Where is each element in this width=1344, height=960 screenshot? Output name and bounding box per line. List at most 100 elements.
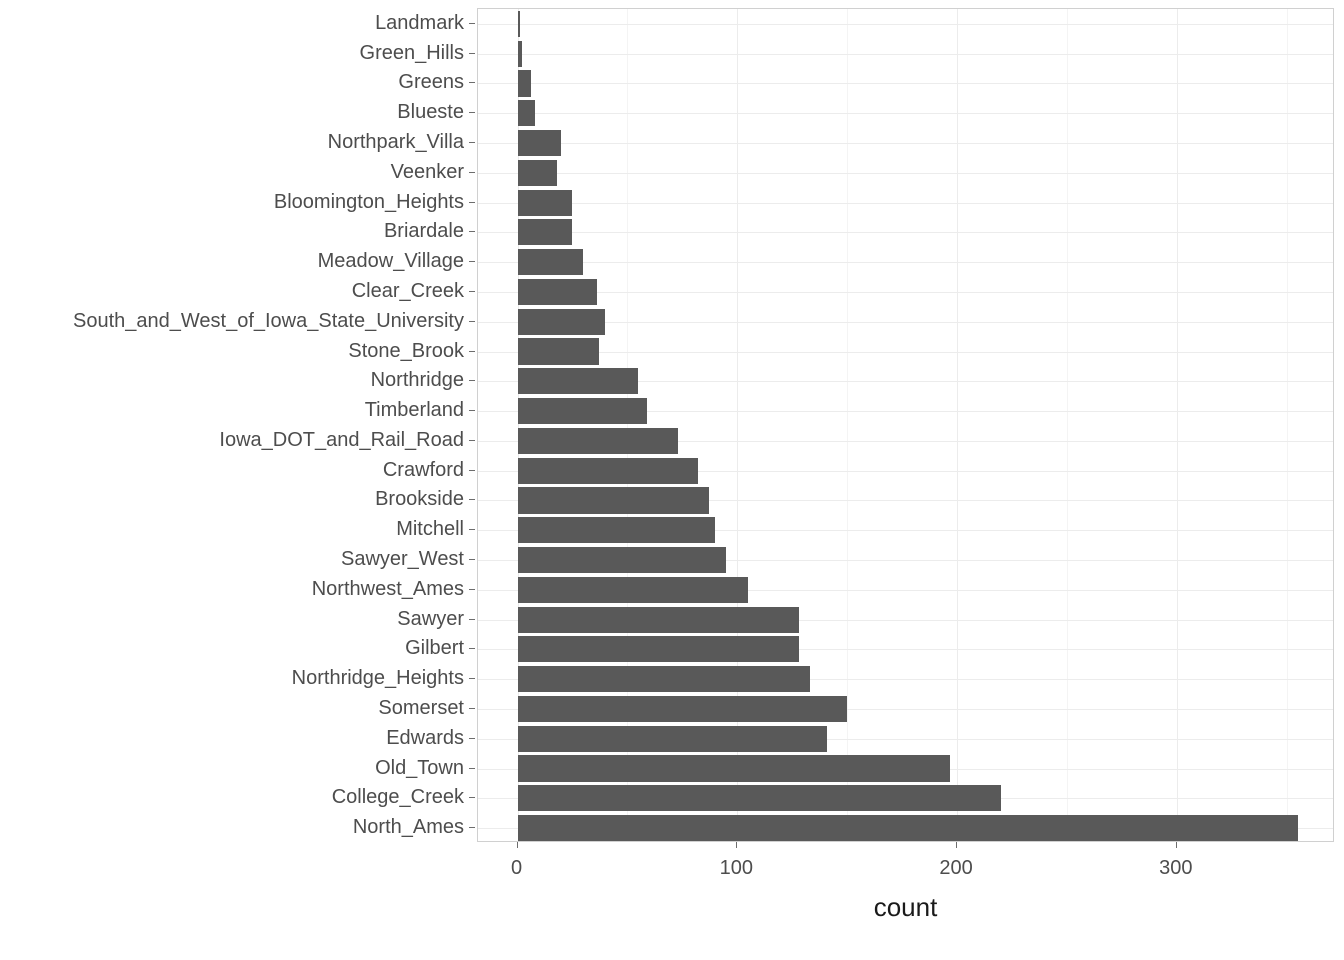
y-tick-label: Veenker (391, 162, 464, 182)
gridline-horizontal (478, 83, 1333, 84)
gridline-horizontal (478, 262, 1333, 263)
x-tick-mark (1176, 842, 1177, 848)
y-tick-mark (469, 768, 475, 769)
bar (518, 11, 520, 37)
bar (518, 309, 606, 335)
gridline-vertical (957, 9, 958, 841)
bar (518, 70, 531, 96)
bar (518, 547, 727, 573)
y-tick-label: Mitchell (396, 519, 464, 539)
chart-root: North_AmesCollege_CreekOld_TownEdwardsSo… (0, 0, 1344, 960)
bar (518, 785, 1001, 811)
bar (518, 696, 848, 722)
gridline-horizontal (478, 24, 1333, 25)
y-tick-mark (469, 142, 475, 143)
x-tick-mark (517, 842, 518, 848)
plot-panel (477, 8, 1334, 842)
y-tick-mark (469, 82, 475, 83)
y-tick-mark (469, 559, 475, 560)
y-tick-label: Blueste (397, 102, 464, 122)
gridline-horizontal (478, 322, 1333, 323)
x-tick-mark (956, 842, 957, 848)
y-tick-label: Brookside (375, 489, 464, 509)
y-tick-label: Stone_Brook (348, 341, 464, 361)
y-tick-label: Crawford (383, 460, 464, 480)
y-tick-mark (469, 321, 475, 322)
bar (518, 517, 716, 543)
bar (518, 636, 799, 662)
bar (518, 368, 639, 394)
bar (518, 338, 599, 364)
y-tick-label: Edwards (386, 728, 464, 748)
y-tick-mark (469, 648, 475, 649)
gridline-horizontal (478, 54, 1333, 55)
bar (518, 458, 698, 484)
y-tick-label: North_Ames (353, 817, 464, 837)
bar (518, 577, 749, 603)
y-tick-label: Somerset (378, 698, 464, 718)
y-tick-mark (469, 678, 475, 679)
y-tick-label: South_and_West_of_Iowa_State_University (73, 311, 464, 331)
x-tick-label: 200 (939, 858, 972, 878)
gridline-horizontal (478, 113, 1333, 114)
x-tick-label: 0 (511, 858, 522, 878)
gridline-horizontal (478, 203, 1333, 204)
bar (518, 815, 1298, 841)
y-tick-mark (469, 589, 475, 590)
y-tick-mark (469, 529, 475, 530)
gridline-vertical-minor (1287, 9, 1288, 841)
bar (518, 726, 828, 752)
gridline-horizontal (478, 173, 1333, 174)
bar (518, 398, 648, 424)
gridline-vertical-minor (847, 9, 848, 841)
y-tick-mark (469, 23, 475, 24)
bar (518, 219, 573, 245)
bar (518, 41, 522, 67)
bar (518, 100, 536, 126)
y-tick-mark (469, 261, 475, 262)
y-tick-label: Briardale (384, 221, 464, 241)
y-tick-mark (469, 231, 475, 232)
gridline-vertical (1177, 9, 1178, 841)
y-tick-label: Landmark (375, 13, 464, 33)
y-tick-mark (469, 291, 475, 292)
y-tick-label: Northpark_Villa (328, 132, 464, 152)
y-tick-mark (469, 440, 475, 441)
y-tick-mark (469, 619, 475, 620)
bar (518, 249, 584, 275)
y-tick-label: Green_Hills (360, 43, 464, 63)
bar (518, 666, 810, 692)
y-tick-mark (469, 172, 475, 173)
x-tick-mark (736, 842, 737, 848)
y-tick-mark (469, 410, 475, 411)
y-tick-label: Sawyer_West (341, 549, 464, 569)
y-tick-mark (469, 797, 475, 798)
bar (518, 487, 709, 513)
y-tick-label: Old_Town (375, 758, 464, 778)
y-tick-mark (469, 380, 475, 381)
y-tick-label: Northridge (371, 370, 464, 390)
bar (518, 160, 558, 186)
y-tick-mark (469, 827, 475, 828)
y-tick-mark (469, 738, 475, 739)
bar (518, 279, 597, 305)
y-tick-mark (469, 499, 475, 500)
bar (518, 130, 562, 156)
y-tick-label: Iowa_DOT_and_Rail_Road (219, 430, 464, 450)
bar (518, 755, 951, 781)
y-tick-label: Clear_Creek (352, 281, 464, 301)
y-tick-label: Northridge_Heights (292, 668, 464, 688)
y-tick-mark (469, 53, 475, 54)
y-tick-label: Sawyer (397, 609, 464, 629)
y-tick-label: Greens (398, 72, 464, 92)
y-tick-mark (469, 708, 475, 709)
gridline-horizontal (478, 232, 1333, 233)
gridline-vertical-minor (1067, 9, 1068, 841)
bar (518, 607, 799, 633)
y-tick-label: Gilbert (405, 638, 464, 658)
x-axis-title: count (874, 892, 938, 923)
bar (518, 190, 573, 216)
y-tick-label: Timberland (365, 400, 464, 420)
y-tick-label: Bloomington_Heights (274, 192, 464, 212)
y-tick-mark (469, 112, 475, 113)
